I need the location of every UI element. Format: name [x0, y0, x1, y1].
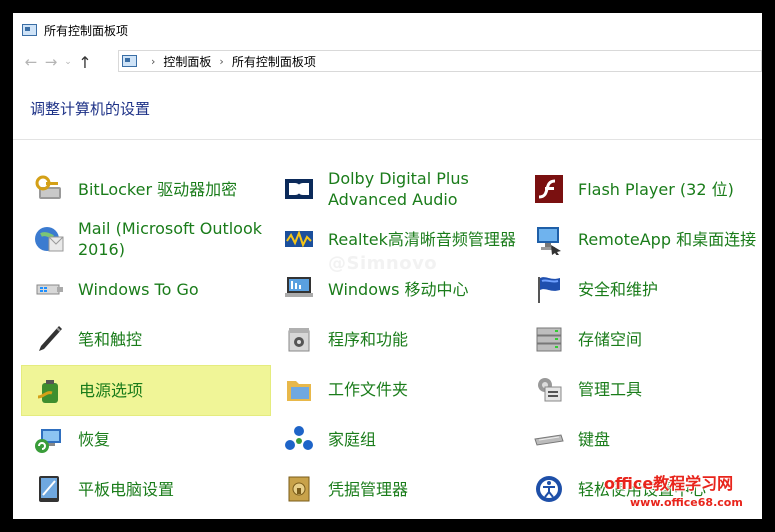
item-admin-tools[interactable]: 管理工具	[521, 365, 762, 413]
flash-player-icon	[533, 173, 565, 205]
breadcrumb-chevron-icon[interactable]: ›	[151, 55, 155, 68]
watermark: @Simnovo	[328, 253, 438, 274]
item-label: Realtek高清晰音频管理器	[328, 229, 516, 249]
item-label: 家庭组	[328, 429, 377, 449]
windows-to-go-icon	[33, 273, 65, 305]
item-credential-manager[interactable]: 凭据管理器	[271, 465, 521, 513]
breadcrumb-all-items[interactable]: 所有控制面板项	[232, 53, 316, 70]
mail-icon	[33, 223, 65, 255]
item-label: Mail (Microsoft Outlook 2016)	[78, 219, 263, 259]
recent-locations-chevron-icon[interactable]: ⌄	[61, 52, 75, 72]
security-flag-icon	[533, 273, 565, 305]
divider	[13, 139, 762, 140]
power-options-icon	[34, 375, 66, 407]
keyboard-icon	[533, 423, 565, 455]
item-recovery[interactable]: 恢复	[21, 415, 271, 463]
item-keyboard[interactable]: 键盘	[521, 415, 762, 463]
item-tablet-settings[interactable]: 平板电脑设置	[21, 465, 271, 513]
item-label: 程序和功能	[328, 329, 409, 349]
control-panel-icon	[122, 55, 137, 67]
item-programs-features[interactable]: 程序和功能	[271, 315, 521, 363]
ease-of-access-icon	[533, 473, 565, 505]
item-label: 笔和触控	[78, 329, 143, 349]
pen-icon	[33, 323, 65, 355]
control-panel-icon	[22, 24, 37, 36]
item-homegroup[interactable]: 家庭组	[271, 415, 521, 463]
item-remoteapp[interactable]: RemoteApp 和桌面连接	[521, 215, 762, 263]
realtek-audio-icon	[283, 223, 315, 255]
programs-icon	[283, 323, 315, 355]
item-label: 平板电脑设置	[78, 479, 175, 499]
window-title: 所有控制面板项	[44, 23, 129, 38]
item-label: 电源选项	[79, 381, 144, 400]
brand-watermark: office教程学习网 www.office68.com	[604, 470, 764, 520]
item-label: 管理工具	[578, 379, 643, 399]
item-label: 安全和维护	[578, 279, 659, 299]
item-mail[interactable]: Mail (Microsoft Outlook 2016)	[21, 215, 271, 263]
item-label: 恢复	[78, 429, 111, 449]
tablet-icon	[33, 473, 65, 505]
admin-tools-icon	[533, 373, 565, 405]
work-folders-icon	[283, 373, 315, 405]
breadcrumb-control-panel[interactable]: 控制面板	[163, 53, 211, 70]
title-bar: 所有控制面板项	[13, 13, 762, 47]
address-bar[interactable]: › 控制面板 › 所有控制面板项	[118, 50, 762, 72]
navigation-bar: ← → ⌄ ↑ › 控制面板 › 所有控制面板项	[13, 49, 762, 75]
mobility-center-icon	[283, 273, 315, 305]
storage-icon	[533, 323, 565, 355]
item-storage-spaces[interactable]: 存储空间	[521, 315, 762, 363]
item-power-options[interactable]: 电源选项	[21, 365, 271, 416]
up-arrow-icon[interactable]: ↑	[75, 52, 95, 72]
remoteapp-icon	[533, 223, 565, 255]
item-pen-touch[interactable]: 笔和触控	[21, 315, 271, 363]
item-label: 键盘	[578, 429, 611, 449]
brand-url: www.office68.com	[630, 496, 743, 509]
item-flash-player[interactable]: Flash Player (32 位)	[521, 165, 762, 213]
item-label: BitLocker 驱动器加密	[78, 179, 238, 199]
page-heading: 调整计算机的设置	[30, 100, 151, 118]
item-label: 工作文件夹	[328, 379, 409, 399]
item-label: 凭据管理器	[328, 479, 409, 499]
back-arrow-icon[interactable]: ←	[21, 52, 41, 72]
item-bitlocker[interactable]: BitLocker 驱动器加密	[21, 165, 271, 213]
dolby-icon	[283, 173, 315, 205]
item-windows-to-go[interactable]: Windows To Go	[21, 265, 271, 313]
forward-arrow-icon[interactable]: →	[41, 52, 61, 72]
item-label: Dolby Digital Plus Advanced Audio	[328, 169, 469, 209]
item-label: Windows 移动中心	[328, 279, 469, 299]
brand-title: office教程学习网	[604, 474, 734, 493]
credential-icon	[283, 473, 315, 505]
item-label: 存储空间	[578, 329, 643, 349]
item-dolby[interactable]: Dolby Digital Plus Advanced Audio	[271, 165, 521, 213]
bitlocker-icon	[33, 173, 65, 205]
item-label: Flash Player (32 位)	[578, 179, 734, 199]
homegroup-icon	[283, 423, 315, 455]
item-label: RemoteApp 和桌面连接	[578, 229, 757, 249]
item-label: Windows To Go	[78, 279, 199, 299]
recovery-icon	[33, 423, 65, 455]
item-work-folders[interactable]: 工作文件夹	[271, 365, 521, 413]
item-security-maintenance[interactable]: 安全和维护	[521, 265, 762, 313]
breadcrumb-chevron-icon[interactable]: ›	[219, 55, 223, 68]
control-panel-window: 所有控制面板项 ← → ⌄ ↑ › 控制面板 › 所有控制面板项 调整计算机的设…	[13, 13, 762, 519]
